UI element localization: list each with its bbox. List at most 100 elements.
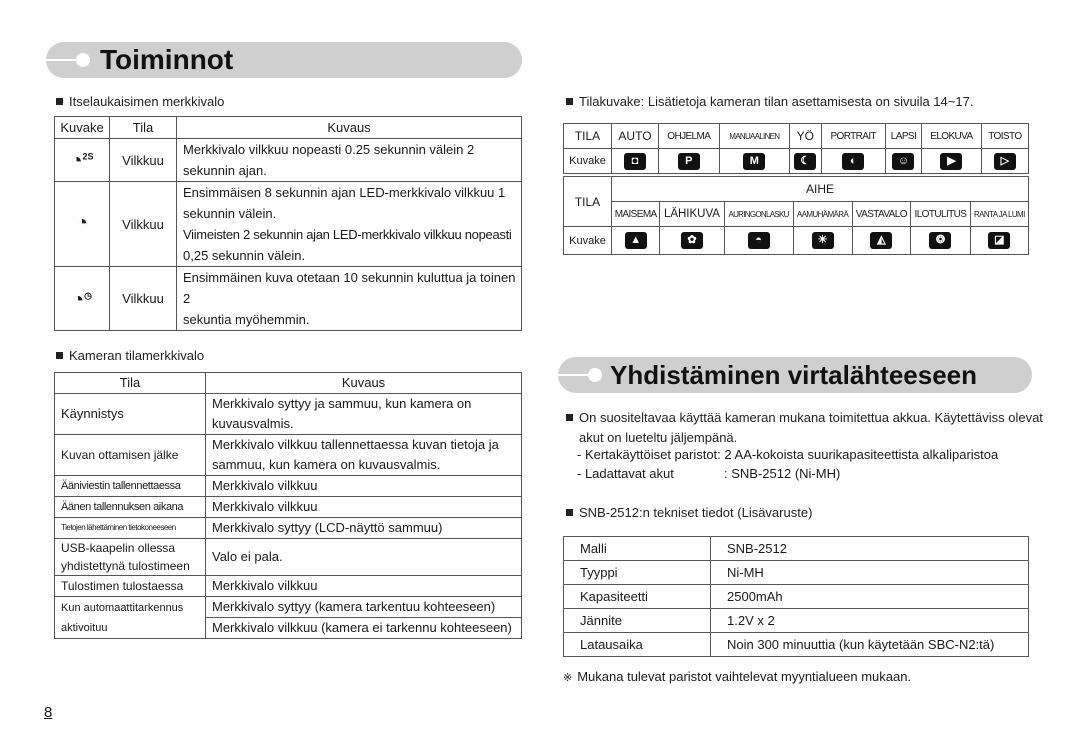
scene-label: AURINGONLASKU <box>723 201 794 227</box>
selftimer-table: Kuvake Tila Kuvaus ◔2S Vilkkuu Merkkival… <box>54 116 522 331</box>
desc-line: sammuu, kun kamera on kuvausvalmis. <box>212 457 441 472</box>
table-row: Tietojen lähettäminen tietokoneeseen Mer… <box>54 517 522 539</box>
spec-key: Latausaika <box>563 632 711 657</box>
bullet-square-icon <box>566 414 573 421</box>
state-cell: Käynnistys <box>54 393 206 435</box>
bullet-square-icon <box>566 509 573 516</box>
state-line: USB-kaapelin ollessa <box>61 541 176 555</box>
power-intro: On suositeltavaa käyttää kameran mukana … <box>566 408 1043 448</box>
state-cell: Kun automaattitarkennus aktivoituu <box>54 596 206 639</box>
bullet-square-icon <box>56 352 63 359</box>
row-label: TILA <box>563 176 612 227</box>
desc-line: kuvausvalmis. <box>212 416 294 431</box>
intro-line: akut on lueteltu jäljempänä. <box>579 430 738 445</box>
desc-line: Merkkivalo syttyy ja sammuu, kun kamera … <box>212 396 472 411</box>
timer-10s-icon: ◔ <box>54 181 110 267</box>
spec-value: SNB-2512 <box>710 536 1029 561</box>
description-cell: Merkkivalo vilkkuu <box>205 575 522 597</box>
description-cell: Ensimmäisen 8 sekunnin ajan LED-merkkiva… <box>176 181 522 267</box>
column-header: Tila <box>109 116 177 139</box>
spec-row: Tyyppi Ni-MH <box>563 560 1029 585</box>
row-label: Kuvake <box>563 148 612 174</box>
mode-label: YÖ <box>789 123 822 149</box>
mode-heading: Tilakuvake: Lisätietoja kameran tilan as… <box>566 94 973 109</box>
mode-label: TOISTO <box>980 123 1030 149</box>
description-cell: Merkkivalo vilkkuu tallennettaessa kuvan… <box>205 434 522 476</box>
table-row: ◔ Vilkkuu Ensimmäisen 8 sekunnin ajan LE… <box>54 181 522 267</box>
state-cell: Äänen tallennuksen aikana <box>54 496 206 518</box>
reference-mark-icon: ※ <box>563 672 573 684</box>
desc-line: sekunnin ajan. <box>183 163 267 178</box>
desc-line: sekunnin välein. <box>183 206 277 221</box>
spec-table: Malli SNB-2512 Tyyppi Ni-MH Kapasiteetti… <box>563 536 1029 657</box>
mode-cell: Vilkkuu <box>109 266 177 331</box>
mode-icon-row: Kuvake ◘ P M ☾ ◐ ☺ ▶ ▷ <box>563 148 1030 174</box>
column-header: Kuvaus <box>176 116 522 139</box>
mode-icon-cell: ☾ <box>789 148 822 174</box>
banner-dot-decoration <box>588 368 602 382</box>
table-header-row: Tila Kuvaus <box>54 372 522 394</box>
spec-key: Malli <box>563 536 711 561</box>
fireworks-icon: ❂ <box>929 232 952 249</box>
mode-label: LAPSI <box>884 123 923 149</box>
banner-dot-decoration <box>76 53 90 67</box>
battery-item: - Ladattavat akut : SNB-2512 (Ni-MH) <box>577 466 840 481</box>
backlight-icon: ◭ <box>870 232 893 249</box>
scene-label: VASTAVALO <box>851 201 912 227</box>
mode-icon-cell: ◘ <box>611 148 659 174</box>
spec-key: Tyyppi <box>563 560 711 585</box>
camera-icon: ◘ <box>623 152 646 170</box>
mode-label: MANUAALINEN <box>718 123 791 149</box>
spec-key: Jännite <box>563 608 711 633</box>
scene-label: AAMUHÄMÄRÄ <box>792 201 853 227</box>
mode-icon-cell: ▶ <box>921 148 982 174</box>
table-row: Ääniviestin tallennettaessa Merkkivalo v… <box>54 475 522 497</box>
intro-line: On suositeltavaa käyttää kameran mukana … <box>579 410 1043 425</box>
battery-item-label: - Ladattavat akut <box>577 466 674 481</box>
scene-label: MAISEMA <box>610 201 661 227</box>
scene-icon-cell: ❂ <box>910 226 971 255</box>
table-row: Kuvan ottamisen jälke Merkkivalo vilkkuu… <box>54 434 522 476</box>
portrait-icon: ◐ <box>842 152 865 170</box>
mode-label: ELOKUVA <box>921 123 982 149</box>
scene-icon-cell: ▲ <box>610 226 661 255</box>
spec-row: Jännite 1.2V x 2 <box>563 608 1029 633</box>
scene-label-row: MAISEMA LÄHIKUVA AURINGONLASKU AAMUHÄMÄR… <box>564 201 1030 227</box>
battery-item-value: : SNB-2512 (Ni-MH) <box>724 466 841 481</box>
mode-icon-cell: P <box>657 148 720 174</box>
scene-label: LÄHIKUVA <box>659 201 725 227</box>
scene-icon-cell: ◓ <box>723 226 794 255</box>
battery-item: - Kertakäyttöiset paristot: 2 AA-kokoist… <box>577 447 998 462</box>
state-line: aktivoituu <box>61 621 108 634</box>
scene-header: AIHE <box>611 176 1029 202</box>
description-cell: Merkkivalo vilkkuu nopeasti 0.25 sekunni… <box>176 138 522 182</box>
footnote-text: Mukana tulevat paristot vaihtelevat myyn… <box>577 669 912 684</box>
bullet-square-icon <box>566 98 573 105</box>
mode-label: PORTRAIT <box>820 123 886 149</box>
table-row: Äänen tallennuksen aikana Merkkivalo vil… <box>54 496 522 518</box>
column-header: Kuvaus <box>205 372 522 394</box>
scene-icon-table: TILA AIHE MAISEMA LÄHIKUVA AURINGONLASKU… <box>563 176 1030 255</box>
description-cell: Merkkivalo vilkkuu (kamera ei tarkennu k… <box>205 617 522 639</box>
description-cell: Merkkivalo syttyy (kamera tarkentuu koht… <box>205 596 522 618</box>
kids-icon: ☺ <box>892 152 915 170</box>
desc-line: Ensimmäisen 8 sekunnin ajan LED-merkkiva… <box>183 185 506 200</box>
state-cell: Ääniviestin tallennettaessa <box>54 475 206 497</box>
description-cell: Merkkivalo syttyy ja sammuu, kun kamera … <box>205 393 522 435</box>
landscape-icon: ▲ <box>624 232 647 249</box>
desc-line: 0,25 sekunnin välein. <box>183 248 306 263</box>
spec-value: 2500mAh <box>710 584 1029 609</box>
row-label: Kuvake <box>563 226 612 255</box>
table-row: ◔◷ Vilkkuu Ensimmäinen kuva otetaan 10 s… <box>54 266 522 331</box>
state-line: yhdistettynä tulostimeen <box>61 559 190 573</box>
mode-icon-cell: ☺ <box>884 148 923 174</box>
spec-value: Ni-MH <box>710 560 1029 585</box>
manual-icon: M <box>743 152 766 170</box>
spec-heading: SNB-2512:n tekniset tiedot (Lisävaruste) <box>566 505 812 520</box>
program-camera-icon: P <box>677 152 700 170</box>
table-row: Käynnistys Merkkivalo syttyy ja sammuu, … <box>54 393 522 435</box>
desc-line: Ensimmäinen kuva otetaan 10 sekunnin kul… <box>183 270 516 306</box>
mode-cell: Vilkkuu <box>109 181 177 267</box>
mode-label-row: TILA AUTO OHJELMA MANUAALINEN YÖ PORTRAI… <box>563 123 1030 149</box>
section-banner-power: Yhdistäminen virtalähteeseen <box>558 357 1032 393</box>
